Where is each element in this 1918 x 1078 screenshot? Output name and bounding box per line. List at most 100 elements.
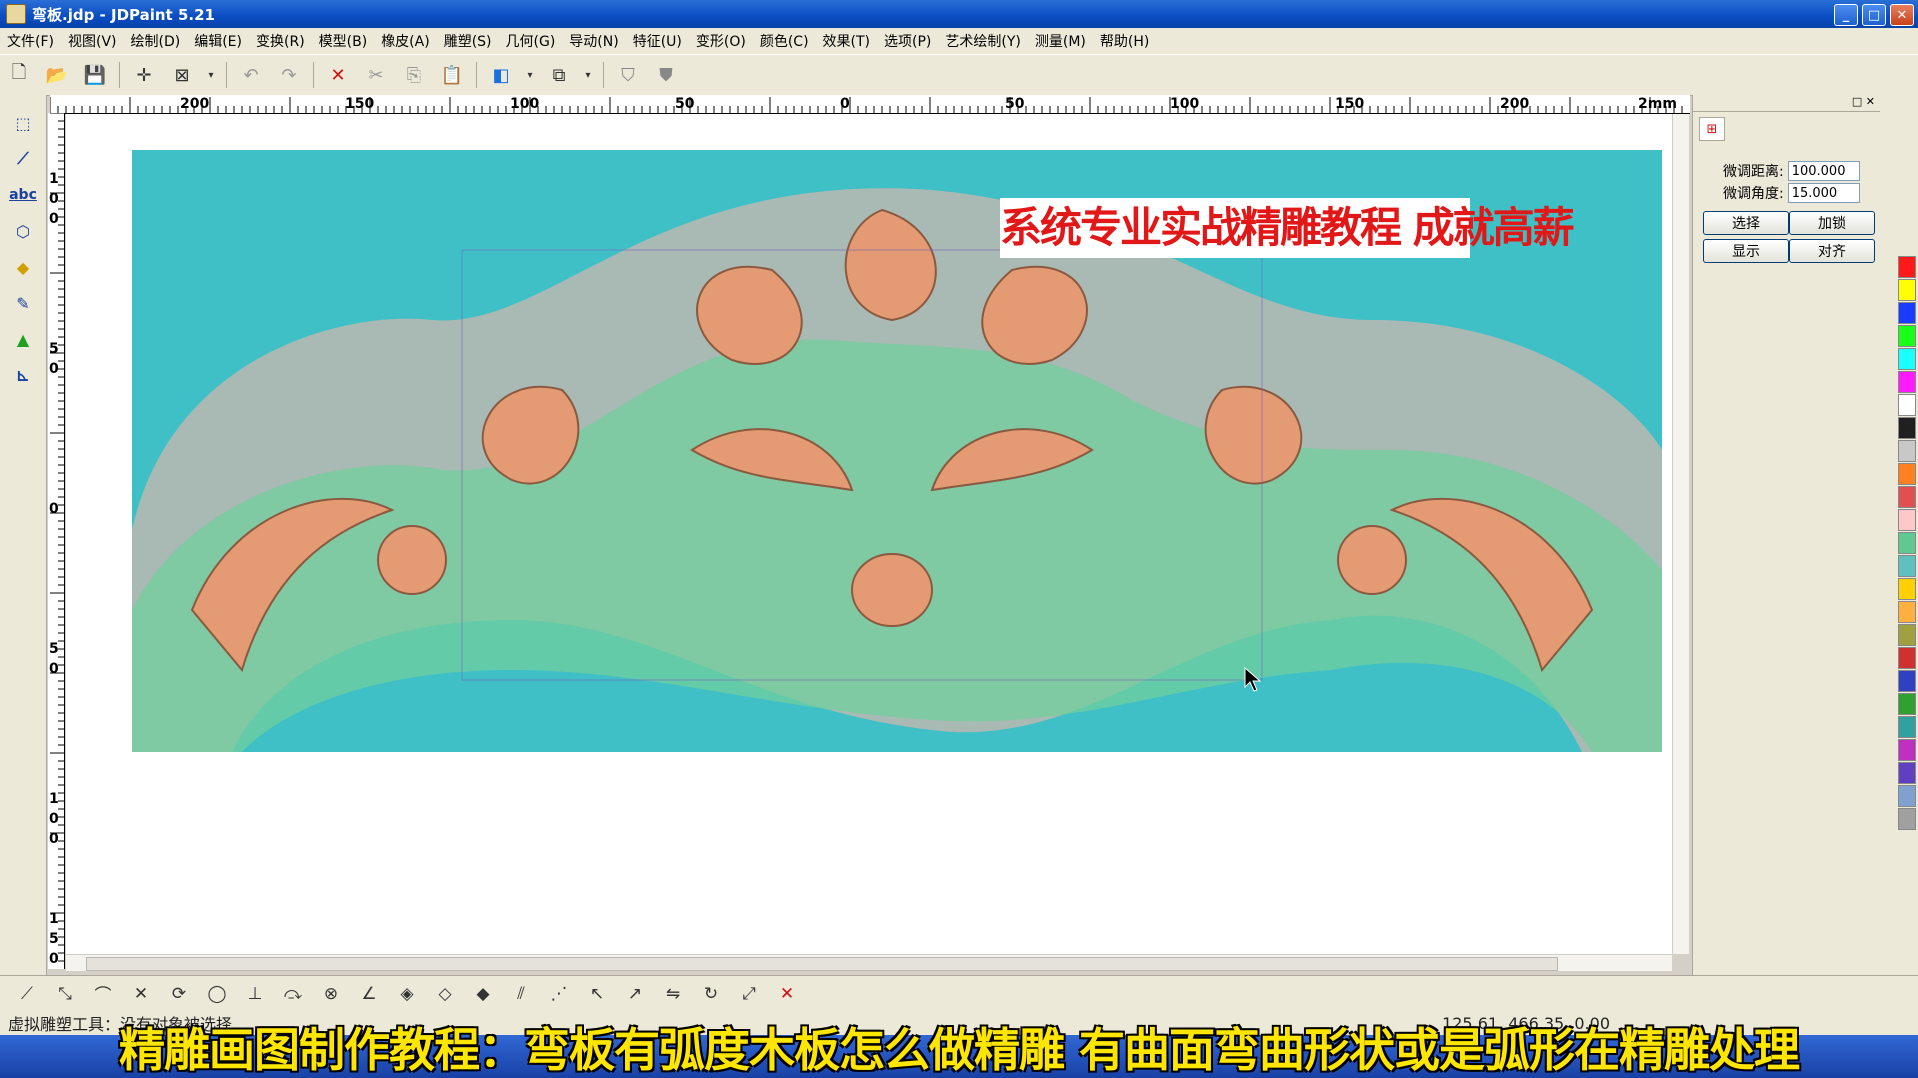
- offset-icon[interactable]: ⫽: [505, 979, 537, 1009]
- color-swatch[interactable]: [1898, 509, 1916, 531]
- extend-tool-icon[interactable]: ⤡: [49, 979, 81, 1009]
- dropdown-arrow-icon[interactable]: ▾: [205, 60, 217, 90]
- line-tool-icon[interactable]: ⟋: [11, 979, 43, 1009]
- node-remove-icon[interactable]: ◆: [467, 979, 499, 1009]
- redo-icon[interactable]: ↷: [274, 60, 304, 90]
- color-swatch[interactable]: [1898, 394, 1916, 416]
- lock-button[interactable]: 加锁: [1789, 211, 1875, 235]
- menu-feature[interactable]: 特征(U): [626, 31, 689, 51]
- arc-tool-icon[interactable]: ⟳: [163, 979, 195, 1009]
- color-swatch[interactable]: [1898, 578, 1916, 600]
- join-icon[interactable]: ⊗: [315, 979, 347, 1009]
- crosshair-icon[interactable]: ✛: [129, 60, 159, 90]
- color-swatch[interactable]: [1898, 256, 1916, 278]
- menu-view[interactable]: 视图(V): [61, 31, 124, 51]
- dropdown-arrow-icon[interactable]: ▾: [524, 60, 536, 90]
- color-swatch[interactable]: [1898, 486, 1916, 508]
- menu-art-draw[interactable]: 艺术绘制(Y): [938, 31, 1027, 51]
- show-button[interactable]: 显示: [1703, 239, 1789, 263]
- color-swatch[interactable]: [1898, 762, 1916, 784]
- shaded-view-icon[interactable]: ◧: [486, 60, 516, 90]
- menu-help[interactable]: 帮助(H): [1093, 31, 1156, 51]
- color-swatch[interactable]: [1898, 463, 1916, 485]
- scale-icon[interactable]: ⤢: [733, 979, 765, 1009]
- color-swatch[interactable]: [1898, 785, 1916, 807]
- menu-sculpt[interactable]: 雕塑(S): [437, 31, 499, 51]
- array-icon[interactable]: ⋰: [543, 979, 575, 1009]
- save-icon[interactable]: 💾: [80, 60, 110, 90]
- shield-filled-icon[interactable]: ⛊: [651, 60, 681, 90]
- color-swatch[interactable]: [1898, 624, 1916, 646]
- horizontal-scroll-thumb[interactable]: [86, 957, 1558, 971]
- color-swatch[interactable]: [1898, 417, 1916, 439]
- color-swatch[interactable]: [1898, 716, 1916, 738]
- minimize-button[interactable]: _: [1834, 4, 1858, 26]
- dropdown-arrow-icon[interactable]: ▾: [582, 60, 594, 90]
- trim-tool-icon[interactable]: ✕: [125, 979, 157, 1009]
- menu-eraser[interactable]: 橡皮(A): [374, 31, 437, 51]
- color-swatch[interactable]: [1898, 279, 1916, 301]
- delete-node-icon[interactable]: ✕: [771, 979, 803, 1009]
- menu-file[interactable]: 文件(F): [0, 31, 61, 51]
- view-box-icon[interactable]: ⊠: [167, 60, 197, 90]
- panel-close-icon[interactable]: □ ✕: [1852, 95, 1875, 108]
- color-swatch[interactable]: [1898, 693, 1916, 715]
- relief-icon[interactable]: ▲: [6, 323, 40, 355]
- fillet-tool-icon[interactable]: ⌒: [87, 979, 119, 1009]
- select-button[interactable]: 选择: [1703, 211, 1789, 235]
- maximize-button[interactable]: □: [1862, 4, 1886, 26]
- pick-point-icon[interactable]: ↖: [581, 979, 613, 1009]
- new-file-icon[interactable]: 🗋: [4, 60, 34, 90]
- menu-guide[interactable]: 导动(N): [562, 31, 625, 51]
- shape-icon[interactable]: ⬡: [6, 215, 40, 247]
- color-swatch[interactable]: [1898, 555, 1916, 577]
- menu-color[interactable]: 颜色(C): [753, 31, 816, 51]
- menu-model[interactable]: 模型(B): [312, 31, 375, 51]
- menu-edit[interactable]: 编辑(E): [187, 31, 249, 51]
- menu-geometry[interactable]: 几何(G): [499, 31, 563, 51]
- cut-icon[interactable]: ✂: [361, 60, 391, 90]
- text-abc-icon[interactable]: abc: [6, 179, 40, 211]
- mirror-icon[interactable]: ⇋: [657, 979, 689, 1009]
- color-swatch[interactable]: [1898, 325, 1916, 347]
- select-box-icon[interactable]: ⬚: [6, 107, 40, 139]
- polyline-icon[interactable]: ⟋: [6, 143, 40, 175]
- align-button[interactable]: 对齐: [1789, 239, 1875, 263]
- rotate-icon[interactable]: ↻: [695, 979, 727, 1009]
- measure-icon[interactable]: ⊾: [6, 359, 40, 391]
- circle-tool-icon[interactable]: ◯: [201, 979, 233, 1009]
- drawing-canvas[interactable]: 系统专业实战精雕教程 成就高薪: [66, 114, 1672, 954]
- tangent-icon[interactable]: ⤼: [277, 979, 309, 1009]
- color-swatch[interactable]: [1898, 532, 1916, 554]
- open-folder-icon[interactable]: 📂: [42, 60, 72, 90]
- node-add-icon[interactable]: ◇: [429, 979, 461, 1009]
- color-swatch[interactable]: [1898, 601, 1916, 623]
- menu-deform[interactable]: 变形(O): [689, 31, 753, 51]
- unpick-point-icon[interactable]: ↗: [619, 979, 651, 1009]
- perpendicular-icon[interactable]: ⊥: [239, 979, 271, 1009]
- cube-view-icon[interactable]: ⧉: [544, 60, 574, 90]
- menu-options[interactable]: 选项(P): [877, 31, 938, 51]
- color-swatch[interactable]: [1898, 348, 1916, 370]
- horizontal-scrollbar[interactable]: [66, 954, 1672, 971]
- node-edit-icon[interactable]: ◆: [6, 251, 40, 283]
- paste-icon[interactable]: 📋: [437, 60, 467, 90]
- transform-tab-icon[interactable]: ⊞: [1699, 117, 1725, 141]
- node-diamond-icon[interactable]: ◈: [391, 979, 423, 1009]
- color-swatch[interactable]: [1898, 440, 1916, 462]
- color-swatch[interactable]: [1898, 647, 1916, 669]
- close-button[interactable]: ✕: [1890, 4, 1914, 26]
- delete-icon[interactable]: ✕: [323, 60, 353, 90]
- fine-distance-input[interactable]: [1787, 161, 1860, 181]
- color-swatch[interactable]: [1898, 739, 1916, 761]
- menu-effect[interactable]: 效果(T): [816, 31, 877, 51]
- shield-outline-icon[interactable]: ⛉: [613, 60, 643, 90]
- color-swatch[interactable]: [1898, 808, 1916, 830]
- color-swatch[interactable]: [1898, 302, 1916, 324]
- copy-icon[interactable]: ⎘: [399, 60, 429, 90]
- angle-icon[interactable]: ∠: [353, 979, 385, 1009]
- undo-icon[interactable]: ↶: [236, 60, 266, 90]
- menu-transform[interactable]: 变换(R): [249, 31, 312, 51]
- pen-icon[interactable]: ✎: [6, 287, 40, 319]
- color-swatch[interactable]: [1898, 371, 1916, 393]
